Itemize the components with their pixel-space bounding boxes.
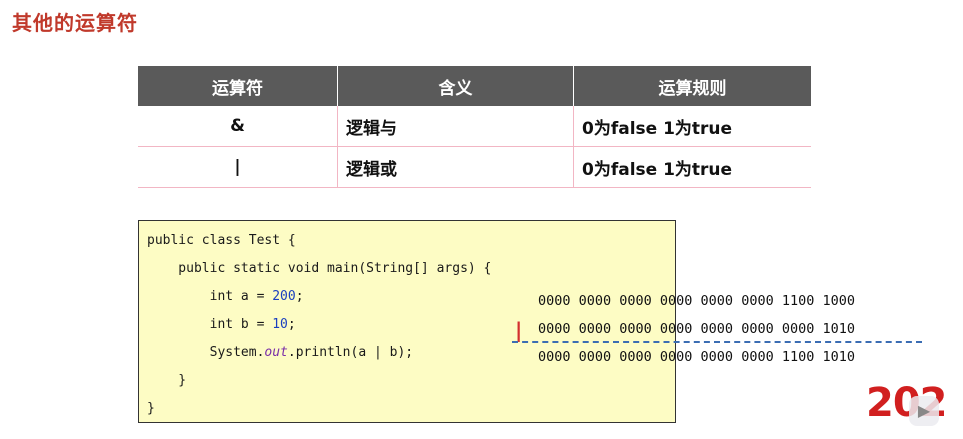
code-line: public static void main(String[] args) { <box>147 261 492 276</box>
code-line: System.out.println(a | b); <box>147 344 414 362</box>
table-header-meaning: 含义 <box>337 66 574 106</box>
code-field: out <box>264 345 288 360</box>
code-line: public class Test { <box>147 233 296 248</box>
binary-b: 0000 0000 0000 0000 0000 0000 0000 1010 <box>538 321 855 337</box>
code-text: .println(a | b); <box>287 345 414 360</box>
table-cell-meaning: 逻辑或 <box>337 146 574 188</box>
table-cell-operator: | <box>138 146 338 188</box>
table-row: & 逻辑与 0为false 1为true <box>138 106 811 147</box>
code-text: ; <box>295 289 304 304</box>
code-text: System. <box>147 345 265 360</box>
table-cell-rule: 0为false 1为true <box>573 106 811 147</box>
table-cell-rule: 0为false 1为true <box>573 146 811 188</box>
play-icon[interactable]: ▶ <box>909 396 939 426</box>
binary-result: 0000 0000 0000 0000 0000 0000 1100 1010 <box>538 349 855 365</box>
table-cell-operator: & <box>138 106 338 147</box>
code-line: int a = 200; <box>147 288 304 306</box>
code-text: int b = <box>147 317 273 332</box>
table-header-rule: 运算规则 <box>573 66 811 106</box>
code-line: } <box>147 401 155 416</box>
operator-table: 运算符 含义 运算规则 & 逻辑与 0为false 1为true | 逻辑或 0… <box>138 66 811 188</box>
slide-title: 其他的运算符 <box>12 11 138 35</box>
table-header-operator: 运算符 <box>138 66 338 106</box>
code-number: 200 <box>272 289 296 304</box>
table-row: | 逻辑或 0为false 1为true <box>138 146 811 188</box>
binary-a: 0000 0000 0000 0000 0000 0000 1100 1000 <box>538 293 855 309</box>
code-text: ; <box>287 317 296 332</box>
code-number: 10 <box>272 317 288 332</box>
code-line: int b = 10; <box>147 316 296 334</box>
table-header-row: 运算符 含义 运算规则 <box>138 66 811 106</box>
table-cell-meaning: 逻辑与 <box>337 106 574 147</box>
result-divider <box>512 341 922 343</box>
code-line: } <box>147 373 187 388</box>
operator-marker: | <box>515 318 523 342</box>
code-text: int a = <box>147 289 273 304</box>
